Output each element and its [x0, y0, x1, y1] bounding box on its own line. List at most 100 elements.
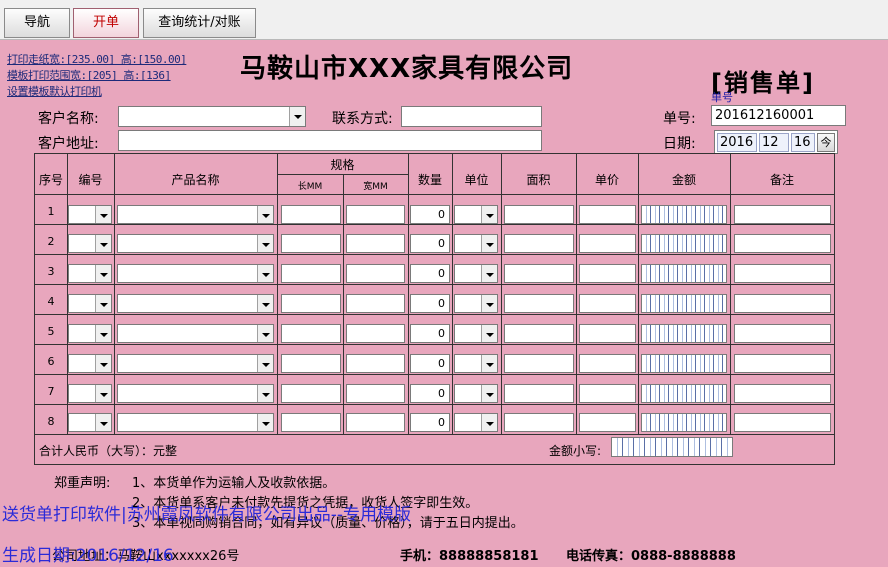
qty-field[interactable]: 0: [410, 234, 450, 253]
tab-navigation[interactable]: 导航: [4, 8, 70, 38]
qty-field[interactable]: 0: [410, 205, 450, 224]
code-select[interactable]: [68, 264, 112, 283]
width-field[interactable]: [346, 354, 405, 373]
chevron-down-icon[interactable]: [481, 295, 497, 312]
chevron-down-icon[interactable]: [257, 385, 273, 402]
customer-name-select[interactable]: [118, 106, 306, 127]
price-field[interactable]: [579, 294, 636, 313]
length-field[interactable]: [281, 354, 341, 373]
qty-field[interactable]: 0: [410, 324, 450, 343]
chevron-down-icon[interactable]: [481, 355, 497, 372]
length-field[interactable]: [281, 324, 341, 343]
note-field[interactable]: [734, 205, 831, 224]
chevron-down-icon[interactable]: [257, 355, 273, 372]
unit-select[interactable]: [454, 205, 498, 224]
area-field[interactable]: [504, 354, 574, 373]
area-field[interactable]: [504, 324, 574, 343]
area-field[interactable]: [504, 264, 574, 283]
note-field[interactable]: [734, 324, 831, 343]
tab-query-statistics[interactable]: 查询统计/对账: [143, 8, 256, 38]
code-select[interactable]: [68, 205, 112, 224]
area-field[interactable]: [504, 234, 574, 253]
chevron-down-icon[interactable]: [257, 206, 273, 223]
date-picker[interactable]: 2016 12 16 今: [714, 130, 838, 154]
amount-field[interactable]: [641, 324, 727, 343]
width-field[interactable]: [346, 264, 405, 283]
chevron-down-icon[interactable]: [95, 235, 111, 252]
contact-field[interactable]: [401, 106, 542, 127]
date-year[interactable]: 2016: [717, 133, 757, 152]
chevron-down-icon[interactable]: [95, 265, 111, 282]
chevron-down-icon[interactable]: [95, 206, 111, 223]
code-select[interactable]: [68, 354, 112, 373]
amount-field[interactable]: [641, 354, 727, 373]
amount-field[interactable]: [641, 205, 727, 224]
price-field[interactable]: [579, 205, 636, 224]
price-field[interactable]: [579, 264, 636, 283]
chevron-down-icon[interactable]: [95, 414, 111, 431]
chevron-down-icon[interactable]: [481, 206, 497, 223]
code-select[interactable]: [68, 294, 112, 313]
area-field[interactable]: [504, 413, 574, 432]
product-select[interactable]: [117, 413, 274, 432]
unit-select[interactable]: [454, 384, 498, 403]
amount-field[interactable]: [641, 413, 727, 432]
qty-field[interactable]: 0: [410, 264, 450, 283]
area-field[interactable]: [504, 384, 574, 403]
date-month[interactable]: 12: [759, 133, 789, 152]
chevron-down-icon[interactable]: [481, 325, 497, 342]
width-field[interactable]: [346, 324, 405, 343]
length-field[interactable]: [281, 384, 341, 403]
note-field[interactable]: [734, 294, 831, 313]
width-field[interactable]: [346, 384, 405, 403]
unit-select[interactable]: [454, 294, 498, 313]
chevron-down-icon[interactable]: [481, 385, 497, 402]
chevron-down-icon[interactable]: [95, 325, 111, 342]
product-select[interactable]: [117, 324, 274, 343]
length-field[interactable]: [281, 413, 341, 432]
width-field[interactable]: [346, 294, 405, 313]
width-field[interactable]: [346, 205, 405, 224]
amount-field[interactable]: [641, 264, 727, 283]
customer-address-field[interactable]: [118, 130, 542, 151]
print-paper-link[interactable]: 打印走纸宽:[235.00] 高:[150.00]: [7, 51, 187, 67]
note-field[interactable]: [734, 354, 831, 373]
note-field[interactable]: [734, 384, 831, 403]
price-field[interactable]: [579, 354, 636, 373]
product-select[interactable]: [117, 234, 274, 253]
price-field[interactable]: [579, 413, 636, 432]
product-select[interactable]: [117, 294, 274, 313]
note-field[interactable]: [734, 264, 831, 283]
price-field[interactable]: [579, 384, 636, 403]
code-select[interactable]: [68, 324, 112, 343]
code-select[interactable]: [68, 413, 112, 432]
chevron-down-icon[interactable]: [289, 107, 305, 126]
today-button[interactable]: 今: [817, 133, 835, 152]
amount-field[interactable]: [641, 294, 727, 313]
total-amount-field[interactable]: [611, 437, 733, 457]
qty-field[interactable]: 0: [410, 413, 450, 432]
unit-select[interactable]: [454, 324, 498, 343]
chevron-down-icon[interactable]: [95, 355, 111, 372]
unit-select[interactable]: [454, 354, 498, 373]
amount-field[interactable]: [641, 234, 727, 253]
area-field[interactable]: [504, 205, 574, 224]
product-select[interactable]: [117, 205, 274, 224]
qty-field[interactable]: 0: [410, 384, 450, 403]
chevron-down-icon[interactable]: [95, 385, 111, 402]
chevron-down-icon[interactable]: [481, 235, 497, 252]
date-day[interactable]: 16: [791, 133, 815, 152]
chevron-down-icon[interactable]: [481, 414, 497, 431]
amount-field[interactable]: [641, 384, 727, 403]
unit-select[interactable]: [454, 264, 498, 283]
qty-field[interactable]: 0: [410, 354, 450, 373]
template-range-link[interactable]: 模板打印范围宽:[205] 高:[136]: [7, 67, 171, 83]
note-field[interactable]: [734, 234, 831, 253]
tab-new-order[interactable]: 开单: [73, 8, 139, 38]
chevron-down-icon[interactable]: [257, 295, 273, 312]
chevron-down-icon[interactable]: [95, 295, 111, 312]
qty-field[interactable]: 0: [410, 294, 450, 313]
price-field[interactable]: [579, 234, 636, 253]
product-select[interactable]: [117, 264, 274, 283]
length-field[interactable]: [281, 264, 341, 283]
